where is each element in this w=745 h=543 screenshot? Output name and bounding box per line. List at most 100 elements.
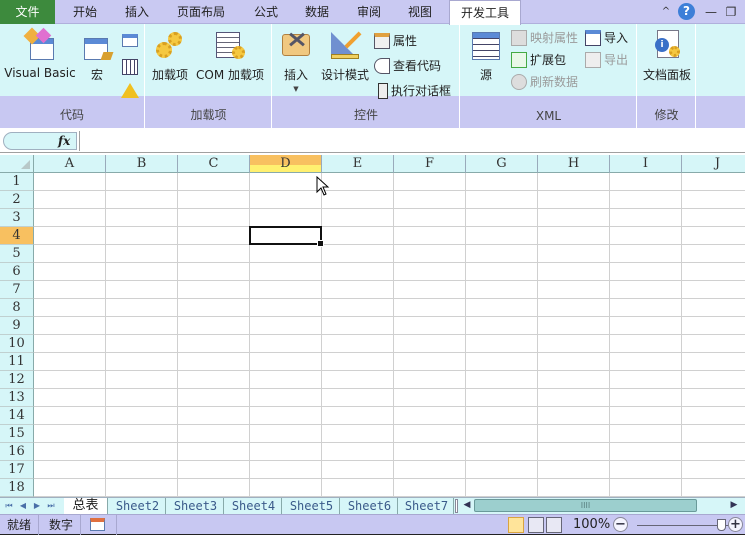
tab-data[interactable]: 数据 (294, 0, 340, 24)
cell-f10[interactable] (394, 335, 466, 353)
cell-e7[interactable] (322, 281, 394, 299)
cell-g10[interactable] (466, 335, 538, 353)
cell-a12[interactable] (34, 371, 106, 389)
horizontal-scrollbar[interactable]: ◀ IIII ▶ (460, 497, 745, 514)
cell-h2[interactable] (538, 191, 610, 209)
row-header-5[interactable]: 5 (0, 245, 34, 263)
cell-h16[interactable] (538, 443, 610, 461)
cell-g9[interactable] (466, 317, 538, 335)
last-sheet-icon[interactable]: ⏭ (45, 499, 57, 513)
cell-i15[interactable] (610, 425, 682, 443)
cell-c7[interactable] (178, 281, 250, 299)
cell-a9[interactable] (34, 317, 106, 335)
cell-i3[interactable] (610, 209, 682, 227)
cell-b10[interactable] (106, 335, 178, 353)
cell-c11[interactable] (178, 353, 250, 371)
cell-i16[interactable] (610, 443, 682, 461)
cell-a13[interactable] (34, 389, 106, 407)
cell-f5[interactable] (394, 245, 466, 263)
cell-b18[interactable] (106, 479, 178, 497)
cell-f16[interactable] (394, 443, 466, 461)
cell-g15[interactable] (466, 425, 538, 443)
cell-g11[interactable] (466, 353, 538, 371)
cell-j8[interactable] (682, 299, 745, 317)
macro-security-icon[interactable] (121, 83, 139, 98)
tab-home[interactable]: 开始 (62, 0, 108, 24)
sheet-tab-sheet7[interactable]: Sheet7 (400, 498, 454, 514)
cell-h6[interactable] (538, 263, 610, 281)
row-header-2[interactable]: 2 (0, 191, 34, 209)
cell-i6[interactable] (610, 263, 682, 281)
cell-d4[interactable] (250, 227, 322, 245)
cell-i1[interactable] (610, 173, 682, 191)
visual-basic-button[interactable]: Visual Basic (4, 27, 76, 80)
row-header-15[interactable]: 15 (0, 425, 34, 443)
help-icon[interactable]: ? (678, 3, 695, 20)
cell-g4[interactable] (466, 227, 538, 245)
cell-c3[interactable] (178, 209, 250, 227)
cell-j2[interactable] (682, 191, 745, 209)
addins-button[interactable]: 加载项 (150, 28, 190, 83)
cell-c5[interactable] (178, 245, 250, 263)
cell-i4[interactable] (610, 227, 682, 245)
tab-page-layout[interactable]: 页面布局 (168, 0, 234, 24)
cell-b17[interactable] (106, 461, 178, 479)
row-header-11[interactable]: 11 (0, 353, 34, 371)
cell-e17[interactable] (322, 461, 394, 479)
column-header-f[interactable]: F (394, 155, 466, 173)
macro-record-icon[interactable] (90, 518, 105, 531)
cell-e8[interactable] (322, 299, 394, 317)
tab-view[interactable]: 视图 (397, 0, 443, 24)
cell-a17[interactable] (34, 461, 106, 479)
cell-g18[interactable] (466, 479, 538, 497)
minimize-icon[interactable]: — (702, 3, 720, 21)
cell-d3[interactable] (250, 209, 322, 227)
cell-d2[interactable] (250, 191, 322, 209)
sheet-tab-sheet3[interactable]: Sheet3 (168, 498, 224, 514)
cell-c15[interactable] (178, 425, 250, 443)
cell-f9[interactable] (394, 317, 466, 335)
cell-f2[interactable] (394, 191, 466, 209)
cell-h8[interactable] (538, 299, 610, 317)
xml-source-button[interactable]: 源 (469, 28, 503, 83)
cell-g14[interactable] (466, 407, 538, 425)
cell-h3[interactable] (538, 209, 610, 227)
cell-j3[interactable] (682, 209, 745, 227)
cell-a16[interactable] (34, 443, 106, 461)
row-header-13[interactable]: 13 (0, 389, 34, 407)
cell-b12[interactable] (106, 371, 178, 389)
cell-j7[interactable] (682, 281, 745, 299)
cell-d9[interactable] (250, 317, 322, 335)
map-properties-button[interactable]: 映射属性 (511, 28, 578, 48)
cell-g16[interactable] (466, 443, 538, 461)
column-header-i[interactable]: I (610, 155, 682, 173)
cell-g6[interactable] (466, 263, 538, 281)
properties-button[interactable]: 属性 (374, 31, 417, 51)
cell-h12[interactable] (538, 371, 610, 389)
cell-a1[interactable] (34, 173, 106, 191)
document-panel-button[interactable]: i 文档面板 (640, 28, 694, 83)
cell-h1[interactable] (538, 173, 610, 191)
cell-f13[interactable] (394, 389, 466, 407)
cell-c13[interactable] (178, 389, 250, 407)
row-header-10[interactable]: 10 (0, 335, 34, 353)
restore-icon[interactable]: ❐ (722, 3, 740, 21)
row-header-8[interactable]: 8 (0, 299, 34, 317)
cell-h7[interactable] (538, 281, 610, 299)
cell-g12[interactable] (466, 371, 538, 389)
cell-c17[interactable] (178, 461, 250, 479)
zoom-slider-thumb[interactable] (717, 519, 726, 531)
record-macro-icon[interactable] (122, 34, 138, 47)
cell-j9[interactable] (682, 317, 745, 335)
column-header-b[interactable]: B (106, 155, 178, 173)
cell-b3[interactable] (106, 209, 178, 227)
cell-h17[interactable] (538, 461, 610, 479)
design-mode-button[interactable]: 设计模式 (319, 28, 371, 83)
cell-b7[interactable] (106, 281, 178, 299)
cell-d16[interactable] (250, 443, 322, 461)
cell-b16[interactable] (106, 443, 178, 461)
cell-d6[interactable] (250, 263, 322, 281)
cell-a7[interactable] (34, 281, 106, 299)
prev-sheet-icon[interactable]: ◀ (17, 499, 29, 513)
cell-h10[interactable] (538, 335, 610, 353)
